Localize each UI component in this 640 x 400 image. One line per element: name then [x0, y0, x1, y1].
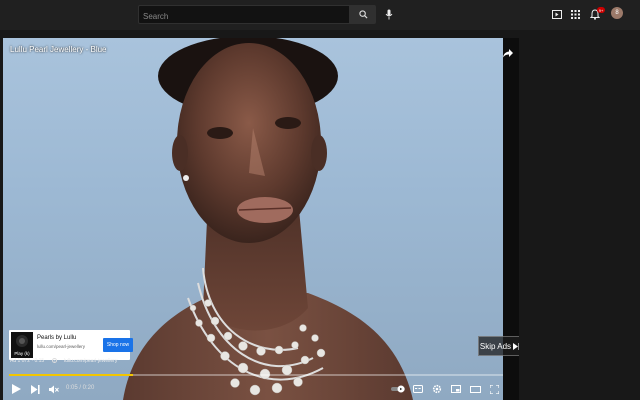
video-player[interactable]: Lullu Pearl Jewellery - Blue Play (k) Pe… [3, 38, 519, 400]
share-icon [503, 49, 513, 58]
mute-icon [49, 385, 59, 393]
play-icon [11, 384, 21, 394]
video-title[interactable]: Lullu Pearl Jewellery - Blue [10, 45, 107, 54]
search-button[interactable] [350, 5, 376, 24]
time-display: 0:05 / 0:20 [66, 385, 95, 391]
skip-ads-button[interactable]: Skip Ads [478, 336, 519, 356]
shop-now-button[interactable]: Shop now [103, 338, 133, 352]
miniplayer-button[interactable] [449, 382, 463, 396]
search-box[interactable] [138, 5, 350, 25]
ad-logo: Play (k) [11, 332, 33, 358]
masthead: 9+ 8 [0, 0, 640, 30]
avatar[interactable]: 8 [611, 7, 623, 19]
play-tooltip: Play (k) [14, 351, 30, 356]
mute-button[interactable] [47, 382, 61, 396]
fullscreen-icon [489, 384, 499, 394]
search-icon [358, 10, 368, 19]
settings-button[interactable] [430, 382, 444, 396]
subtitles-button[interactable] [411, 382, 425, 396]
ad-title[interactable]: Pearls by Lullu [37, 335, 76, 341]
ad-progress-fill [9, 374, 133, 376]
create-icon [552, 9, 562, 19]
mic-icon [385, 9, 393, 19]
ad-url[interactable]: lullu.com/pearl-jewellery [37, 344, 85, 349]
apps-button[interactable] [568, 7, 582, 21]
search-input[interactable] [139, 8, 349, 25]
subtitles-icon [413, 385, 423, 393]
apps-icon [570, 9, 580, 19]
ad-position: Ad 1 of 2 · 0:15 [10, 358, 45, 364]
player-controls: 0:05 / 0:20 [3, 378, 519, 400]
ad-card[interactable]: Play (k) Pearls by Lullu lullu.com/pearl… [9, 330, 133, 360]
ad-info-icon[interactable]: i [51, 358, 57, 364]
miniplayer-icon [451, 385, 461, 393]
app-window: 9+ 8 [0, 0, 640, 400]
theater-icon [469, 385, 481, 393]
notification-badge: 9+ [597, 7, 605, 13]
share-button[interactable] [503, 45, 515, 58]
settings-icon [432, 384, 442, 394]
ad-info-url[interactable]: lullu.com/pearl-jewellery [64, 358, 117, 364]
fullscreen-button[interactable] [487, 382, 501, 396]
ad-progress-bar[interactable] [9, 374, 503, 376]
skip-ads-label: Skip Ads [479, 341, 512, 351]
autoplay-toggle-icon [391, 385, 405, 393]
create-button[interactable] [550, 7, 564, 21]
next-icon [30, 384, 40, 394]
voice-search-button[interactable] [381, 6, 397, 22]
recommendations-sidebar [521, 30, 640, 400]
autoplay-toggle[interactable] [390, 382, 408, 396]
ad-info: Ad 1 of 2 · 0:15 i lullu.com/pearl-jewel… [10, 358, 117, 364]
skip-next-icon [513, 342, 519, 350]
play-button[interactable] [9, 382, 23, 396]
theater-mode-button[interactable] [468, 382, 482, 396]
next-button[interactable] [28, 382, 42, 396]
